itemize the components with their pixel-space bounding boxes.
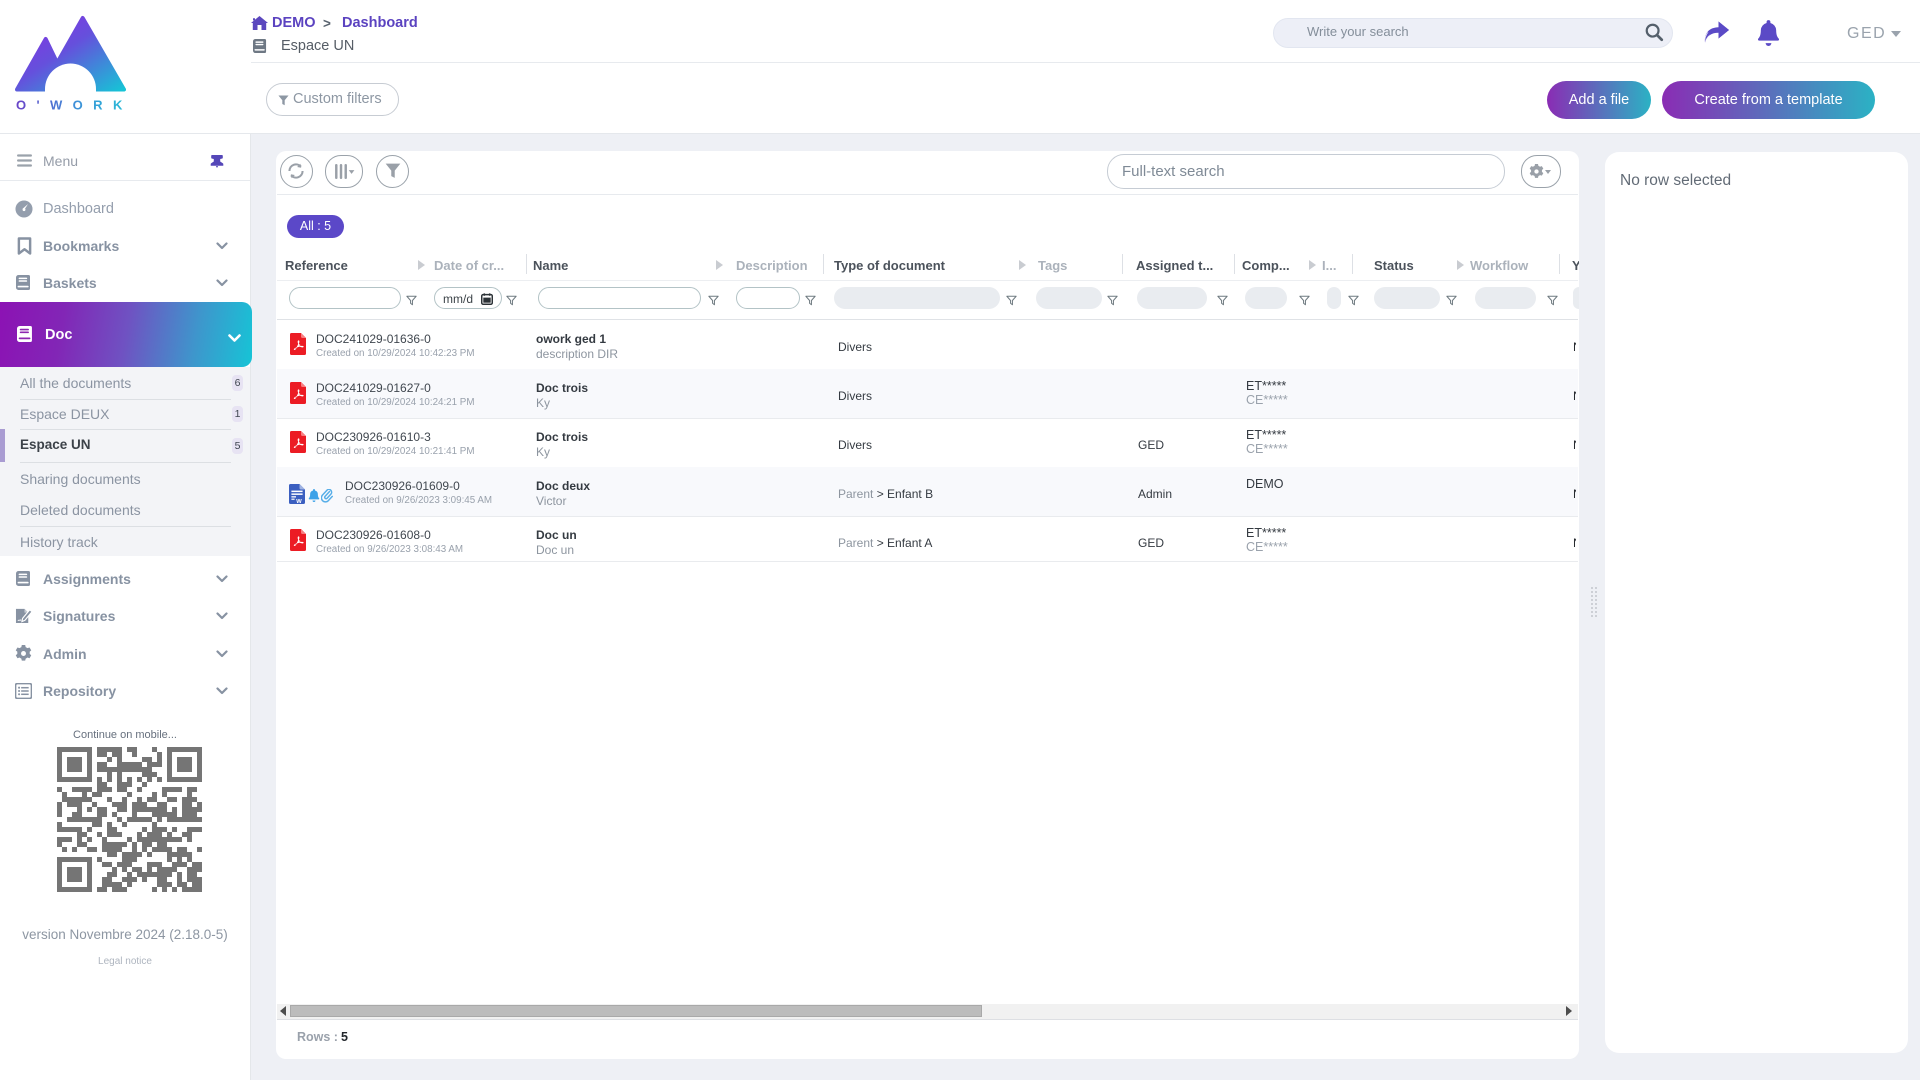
svg-text:w: w [295,498,302,504]
svg-text:O'WORK: O'WORK [16,98,126,113]
